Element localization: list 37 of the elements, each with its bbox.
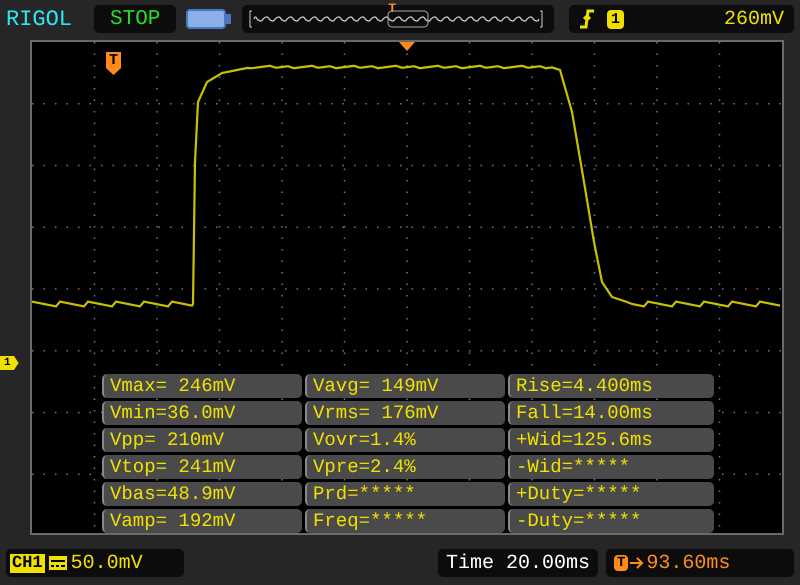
measurement-readout: Prd=*****: [305, 482, 505, 506]
battery-icon: [186, 8, 232, 30]
trigger-source: 1: [607, 10, 624, 28]
measurement-readout: Rise=4.400ms: [508, 374, 714, 398]
channel-scale-panel[interactable]: CH1 50.0mV: [6, 549, 184, 577]
measurement-readout: Vavg= 149mV: [305, 374, 505, 398]
trigger-level: 260mV: [724, 8, 784, 30]
trigger-level-marker: T: [106, 52, 122, 75]
measurement-readout: Vpp= 210mV: [102, 428, 302, 452]
measurement-readout: +Duty=*****: [508, 482, 714, 506]
measurement-readout: Vpre=2.4%: [305, 455, 505, 479]
vertical-scale: 50.0mV: [70, 552, 143, 574]
measurement-readout: Vtop= 241mV: [102, 455, 302, 479]
trigger-offset-panel[interactable]: T 93.60ms: [606, 549, 794, 577]
right-arrow-icon: [630, 557, 644, 569]
channel-label: CH1: [10, 554, 45, 572]
measurement-readout: Vrms= 176mV: [305, 401, 505, 425]
measurement-readout: -Duty=*****: [508, 509, 714, 533]
measurement-readout: Vovr=1.4%: [305, 428, 505, 452]
rising-edge-icon: [579, 9, 595, 29]
timebase[interactable]: Time 20.00ms: [438, 549, 598, 577]
measurement-readout: Vmin=36.0mV: [102, 401, 302, 425]
measurement-readout: -Wid=*****: [508, 455, 714, 479]
run-state[interactable]: STOP: [94, 5, 176, 33]
trigger-panel[interactable]: 1 260mV: [569, 5, 794, 33]
measurement-readout: Freq=*****: [305, 509, 505, 533]
measurement-readout: Vmax= 246mV: [102, 374, 302, 398]
measurement-readout: Vbas=48.9mV: [102, 482, 302, 506]
measurement-readout: Vamp= 192mV: [102, 509, 302, 533]
trigger-position-icon: [399, 42, 415, 51]
trigger-offset: 93.60ms: [646, 552, 730, 574]
brand-logo: RIGOL: [6, 6, 74, 32]
measurement-readout: +Wid=125.6ms: [508, 428, 714, 452]
trigger-offset-tag: T: [614, 555, 628, 571]
dc-coupling-icon: [48, 556, 67, 570]
measurement-readout: Fall=14.00ms: [508, 401, 714, 425]
channel-marker: 1: [0, 356, 19, 370]
